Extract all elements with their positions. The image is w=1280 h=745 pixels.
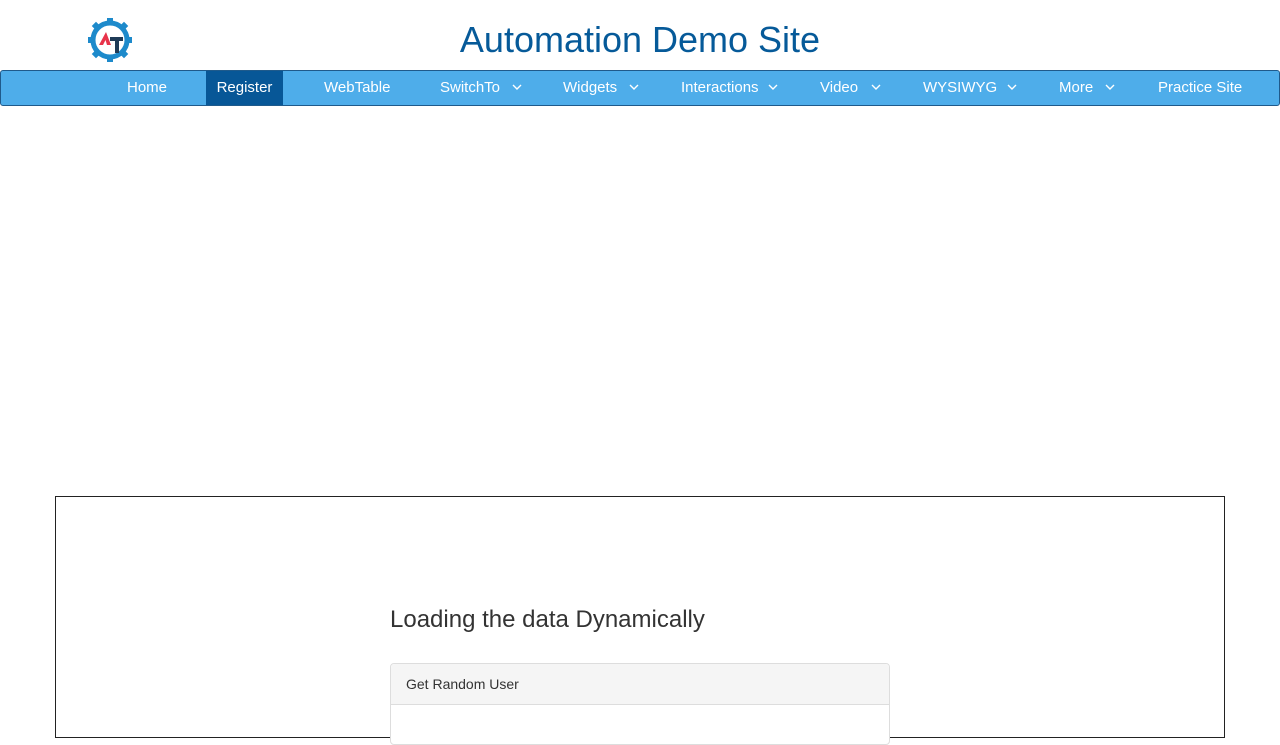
nav-wysiwyg[interactable]: WYSIWYG [923, 71, 997, 105]
nav-practice-site[interactable]: Practice Site [1158, 71, 1242, 105]
nav-video[interactable]: Video [820, 71, 858, 105]
random-user-panel: Get Random User [390, 663, 890, 745]
main-navbar: Home Register WebTable SwitchTo Widgets … [0, 70, 1280, 106]
nav-register[interactable]: Register [206, 71, 283, 105]
page-heading: Loading the data Dynamically [390, 606, 705, 633]
chevron-down-icon[interactable] [871, 83, 881, 91]
chevron-down-icon[interactable] [1007, 83, 1017, 91]
chevron-down-icon[interactable] [1105, 83, 1115, 91]
nav-more[interactable]: More [1059, 71, 1093, 105]
nav-home[interactable]: Home [127, 71, 167, 105]
chevron-down-icon[interactable] [629, 83, 639, 91]
nav-switchto[interactable]: SwitchTo [440, 71, 500, 105]
site-title: Automation Demo Site [459, 19, 821, 60]
chevron-down-icon[interactable] [512, 83, 522, 91]
nav-interactions[interactable]: Interactions [681, 71, 759, 105]
get-random-user-button[interactable]: Get Random User [391, 664, 889, 705]
nav-widgets[interactable]: Widgets [563, 71, 617, 105]
nav-webtable[interactable]: WebTable [324, 71, 390, 105]
site-header: Automation Demo Site [0, 0, 1280, 70]
chevron-down-icon[interactable] [768, 83, 778, 91]
